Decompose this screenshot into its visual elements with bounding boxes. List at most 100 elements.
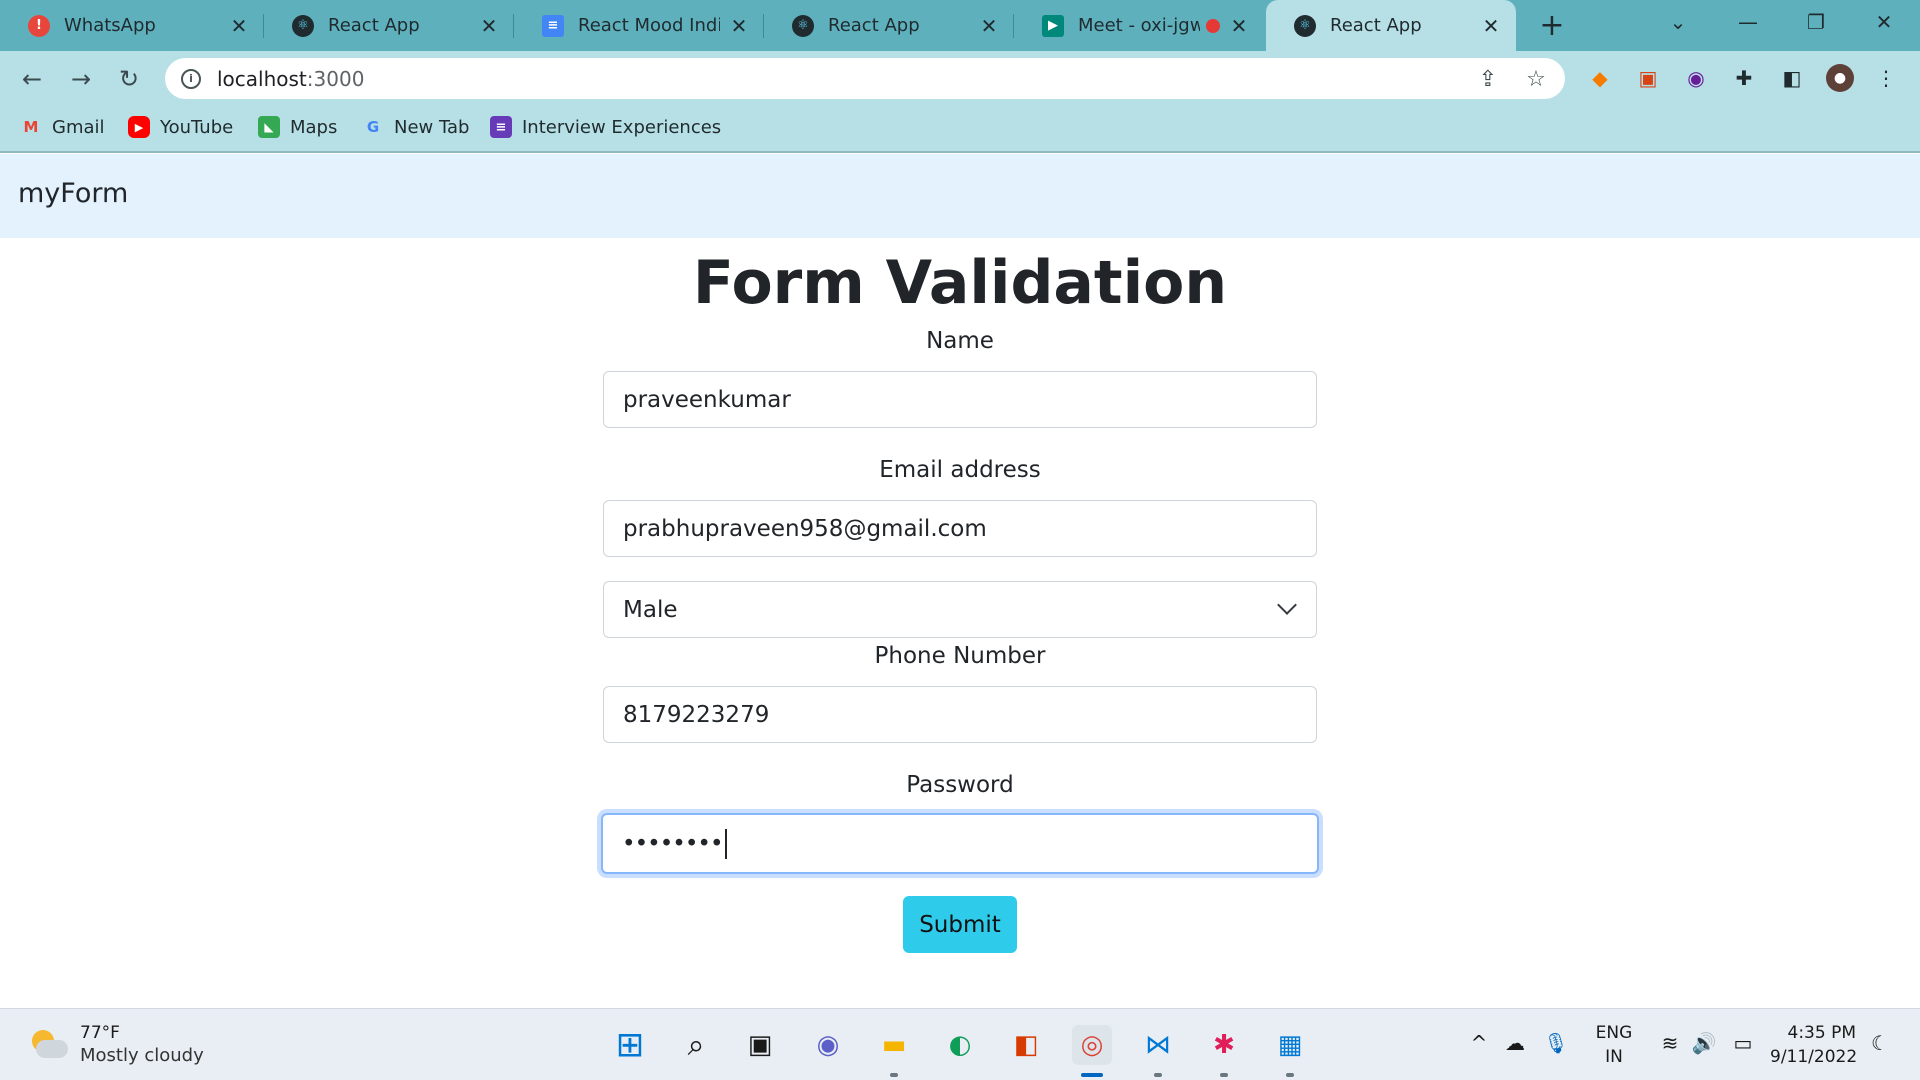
clock-date: 9/11/2022 — [1770, 1047, 1858, 1067]
system-clock[interactable]: 4:35 PM 9/11/2022 — [1770, 1021, 1858, 1069]
language-indicator[interactable]: ENG IN — [1590, 1021, 1638, 1069]
slack-icon[interactable]: ✱ — [1204, 1025, 1244, 1065]
cast-icon[interactable]: ▣ — [1634, 64, 1662, 92]
file-explorer-icon[interactable]: ▬ — [874, 1025, 914, 1065]
navbar-brand[interactable]: myForm — [18, 178, 128, 209]
start-icon[interactable]: ⊞ — [610, 1025, 650, 1065]
back-icon[interactable]: ← — [13, 60, 51, 98]
onedrive-icon[interactable]: ☁ — [1500, 1031, 1530, 1055]
address-bar[interactable]: i localhost:3000 ⇪ ☆ — [165, 58, 1565, 99]
bookmark-youtube[interactable]: ▶ YouTube — [128, 116, 233, 138]
clock-time: 4:35 PM — [1787, 1023, 1857, 1043]
tab-search-icon[interactable]: ⌄ — [1650, 0, 1706, 44]
phone-input-value: 8179223279 — [623, 701, 770, 728]
close-icon[interactable]: ✕ — [228, 14, 250, 38]
battery-icon[interactable]: ▭ — [1728, 1031, 1758, 1055]
bookmark-label: Gmail — [52, 116, 105, 138]
chevron-down-icon — [1277, 595, 1297, 615]
submit-button[interactable]: Submit — [903, 896, 1017, 953]
tab-title: WhatsApp — [64, 15, 156, 36]
email-input[interactable]: prabhupraveen958@gmail.com — [603, 500, 1317, 557]
browser-toolbar: ← → ↻ i localhost:3000 ⇪ ☆ ◆ ▣ ◉ ✚ ◧ ● ⋮ — [0, 51, 1920, 106]
task-view-icon[interactable]: ▣ — [740, 1025, 780, 1065]
password-label: Password — [906, 772, 1014, 798]
url-text: localhost:3000 — [217, 67, 364, 91]
forms-icon: ≡ — [490, 116, 512, 138]
phone-label: Phone Number — [874, 643, 1046, 669]
chevron-up-icon[interactable]: ^ — [1466, 1031, 1492, 1055]
office-icon[interactable]: ◧ — [1006, 1025, 1046, 1065]
gender-select[interactable]: Male — [603, 581, 1317, 638]
close-icon[interactable]: ✕ — [978, 14, 1000, 38]
bookmark-interview-experiences[interactable]: ≡ Interview Experiences — [490, 116, 721, 138]
email-label: Email address — [879, 457, 1041, 483]
close-icon[interactable]: ✕ — [728, 14, 750, 38]
teams-chat-icon[interactable]: ◉ — [808, 1025, 848, 1065]
url-host: localhost — [217, 66, 307, 91]
bookmark-label: Interview Experiences — [522, 116, 722, 138]
reload-icon[interactable]: ↻ — [110, 60, 148, 98]
weather-widget[interactable]: 77°F Mostly cloudy — [28, 1023, 204, 1066]
share-icon[interactable]: ⇪ — [1475, 66, 1501, 92]
edge-icon[interactable]: ◐ — [940, 1025, 980, 1065]
tab-react-mood[interactable]: ≡ React Mood Indicat ✕ — [514, 0, 764, 51]
extension-icon[interactable]: ◆ — [1586, 64, 1614, 92]
forward-icon[interactable]: → — [62, 60, 100, 98]
tab-react-app-2[interactable]: ⚛ React App ✕ — [764, 0, 1014, 51]
side-panel-icon[interactable]: ◧ — [1778, 64, 1806, 92]
url-port: :3000 — [306, 66, 365, 91]
email-input-value: prabhupraveen958@gmail.com — [623, 515, 987, 542]
close-icon[interactable]: ✕ — [1480, 14, 1502, 38]
gmail-icon: M — [23, 118, 39, 136]
region-code: IN — [1605, 1047, 1623, 1067]
wifi-icon[interactable]: ≋ — [1656, 1031, 1684, 1055]
password-input[interactable]: •••••••• — [601, 813, 1319, 874]
store-icon[interactable]: ▦ — [1270, 1025, 1310, 1065]
tab-whatsapp[interactable]: ! WhatsApp ✕ — [0, 0, 264, 51]
gender-select-value: Male — [623, 596, 678, 623]
tab-react-app-1[interactable]: ⚛ React App ✕ — [264, 0, 514, 51]
tab-react-app-active[interactable]: ⚛ React App ✕ — [1266, 0, 1516, 51]
minimize-button[interactable]: — — [1720, 0, 1776, 44]
bookmark-star-icon[interactable]: ☆ — [1523, 66, 1549, 92]
tab-title: React App — [828, 15, 920, 36]
app-running-indicator — [1220, 1073, 1228, 1077]
docs-icon: ≡ — [542, 14, 564, 37]
extensions-puzzle-icon[interactable]: ✚ — [1730, 64, 1758, 92]
password-input-value: •••••••• — [622, 830, 724, 857]
bookmark-gmail[interactable]: M Gmail — [20, 116, 105, 138]
name-label: Name — [926, 328, 994, 354]
tab-meet[interactable]: ▶ Meet - oxi-jgw ✕ — [1014, 0, 1264, 51]
new-tab-button[interactable]: + — [1535, 8, 1569, 43]
app-running-indicator — [890, 1073, 898, 1077]
google-icon: G — [366, 118, 380, 136]
profile-avatar[interactable]: ● — [1826, 64, 1854, 92]
tab-title: React App — [1330, 15, 1422, 36]
vscode-icon[interactable]: ⋈ — [1138, 1025, 1178, 1065]
focus-assist-icon[interactable]: ☾ — [1866, 1031, 1894, 1055]
menu-kebab-icon[interactable]: ⋮ — [1872, 64, 1900, 92]
microphone-icon[interactable]: 🎙 — [1542, 1031, 1570, 1055]
tab-title: React Mood Indicat — [578, 15, 720, 36]
volume-icon[interactable]: 🔊 — [1690, 1031, 1718, 1055]
bookmark-new-tab[interactable]: G New Tab — [362, 116, 470, 138]
react-icon: ⚛ — [292, 14, 314, 37]
app-navbar: myForm — [0, 154, 1920, 238]
color-picker-icon[interactable]: ◉ — [1682, 64, 1710, 92]
weather-temp: 77°F — [80, 1023, 120, 1043]
name-input[interactable]: praveenkumar — [603, 371, 1317, 428]
phone-input[interactable]: 8179223279 — [603, 686, 1317, 743]
restore-button[interactable]: ❐ — [1788, 0, 1844, 44]
youtube-icon: ▶ — [128, 116, 150, 138]
bookmark-maps[interactable]: ◣ Maps — [258, 116, 337, 138]
search-icon[interactable]: ⌕ — [676, 1025, 716, 1065]
whatsapp-icon: ! — [28, 14, 50, 37]
recording-icon — [1206, 18, 1220, 33]
close-icon[interactable]: ✕ — [1228, 14, 1250, 38]
close-window-button[interactable]: ✕ — [1856, 0, 1912, 44]
chrome-icon[interactable]: ◎ — [1072, 1025, 1112, 1065]
close-icon[interactable]: ✕ — [478, 14, 500, 38]
site-info-icon[interactable]: i — [181, 68, 201, 89]
weather-desc: Mostly cloudy — [80, 1045, 204, 1066]
bookmarks-bar: M Gmail ▶ YouTube ◣ Maps G New Tab ≡ Int… — [0, 106, 1920, 153]
